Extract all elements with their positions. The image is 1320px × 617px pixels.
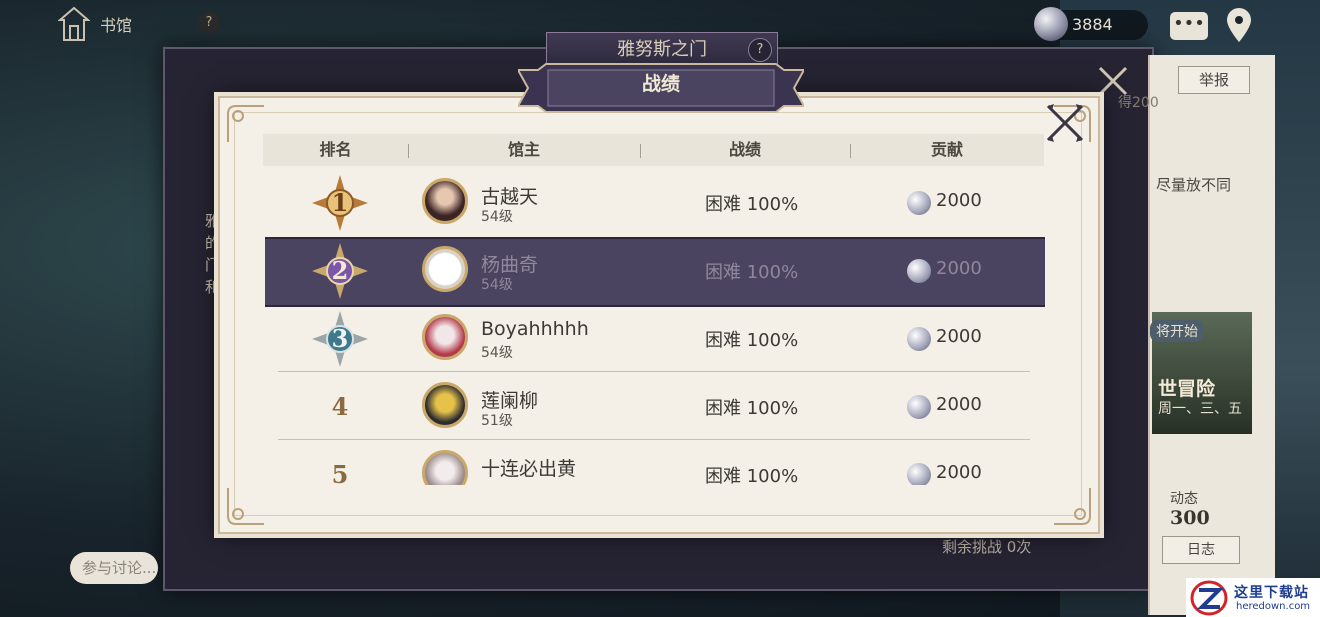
owner-name: Boyahhhhh [481,318,589,340]
ranking-list[interactable]: 1 古越天 54级 困难 100% 2000 2 杨曲奇 54级 困难 100%… [258,168,1058,485]
banner-subtitle: 周一、三、五 [1158,401,1242,417]
gem-icon [907,463,931,485]
avatar[interactable] [422,314,468,360]
contribution-value: 2000 [936,462,982,483]
table-row[interactable]: 5 十连必出黄 困难 100% 2000 [258,440,1058,485]
dynamic-label: 动态 [1170,491,1198,507]
gem-icon [907,191,931,215]
owner-name: 莲阑柳 [481,390,539,412]
column-header-rank: 排名 [319,140,352,159]
table-header: 排名 馆主 战绩 贡献 [263,134,1044,166]
avatar[interactable] [422,450,468,485]
watermark-en: heredown.com [1236,601,1311,612]
owner-level: 51级 [481,413,513,429]
owner-level: 54级 [481,277,513,293]
contribution-value: 2000 [936,190,982,211]
owner-name: 古越天 [481,186,539,208]
gem-icon [907,395,931,419]
close-icon[interactable] [1042,100,1088,146]
gem-icon [907,327,931,351]
library-home-icon[interactable] [58,6,90,42]
record-score: 困难 100% [705,398,799,419]
avatar[interactable] [422,382,468,428]
record-score: 困难 100% [705,194,799,215]
record-score: 困难 100% [705,262,799,283]
table-row[interactable]: 1 古越天 54级 困难 100% 2000 [258,168,1058,236]
contribution-value: 2000 [936,326,982,347]
table-row-selected[interactable]: 2 杨曲奇 54级 困难 100% 2000 [258,236,1058,307]
avatar[interactable] [422,246,468,292]
banner-title: 世冒险 [1158,378,1216,400]
home-label: 书馆 [100,16,133,35]
column-header-owner: 馆主 [507,140,540,159]
column-header-contribution: 贡献 [930,140,963,159]
gem-icon [907,259,931,283]
remaining-challenges: 剩余挑战 0次 [942,538,1032,556]
banner-tag: 将开始 [1150,320,1204,342]
column-header-record: 战绩 [728,140,761,159]
corner-ornament-icon [227,105,264,142]
back-close-icon[interactable] [1096,64,1130,98]
currency-display: 3884 [1034,7,1148,41]
modal-title: 战绩 [641,73,680,95]
owner-level: 54级 [481,209,513,225]
contribution-value: 2000 [936,394,982,415]
owner-name: 杨曲奇 [481,254,539,276]
watermark: 这里下载站 heredown.com [1186,578,1320,617]
table-row[interactable]: 3 Boyahhhhh 54级 困难 100% 2000 [258,304,1058,372]
map-pin-icon[interactable] [1224,8,1254,44]
log-button[interactable]: 日志 [1162,536,1240,564]
owner-name: 十连必出黄 [481,458,577,480]
rank-number: 1 [331,188,349,217]
avatar[interactable] [422,178,468,224]
coin-icon [1034,7,1068,41]
watermark-logo-icon [1190,580,1228,616]
dynamic-value: 300 [1170,507,1210,529]
corner-ornament-icon [1054,488,1091,525]
table-row[interactable]: 4 莲阑柳 51级 困难 100% 2000 [258,372,1058,440]
rank-number: 5 [331,460,349,485]
rank-number: 2 [331,256,349,285]
help-icon[interactable]: ? [198,12,220,34]
report-button[interactable]: 举报 [1178,66,1250,94]
back-help-icon[interactable]: ? [748,38,772,62]
currency-value: 3884 [1072,15,1113,34]
rank-number: 3 [331,324,349,353]
side-tip-text: 尽量放不同 [1156,176,1232,194]
contribution-value: 2000 [936,258,982,279]
chat-bubble-icon[interactable]: ••• [1170,12,1208,40]
discuss-input[interactable]: 参与讨论... [70,552,158,584]
record-score: 困难 100% [705,330,799,351]
record-score: 困难 100% [705,466,799,485]
rank-number: 4 [331,392,349,421]
corner-ornament-icon [227,488,264,525]
owner-level: 54级 [481,345,513,361]
watermark-cn: 这里下载站 [1234,585,1309,601]
